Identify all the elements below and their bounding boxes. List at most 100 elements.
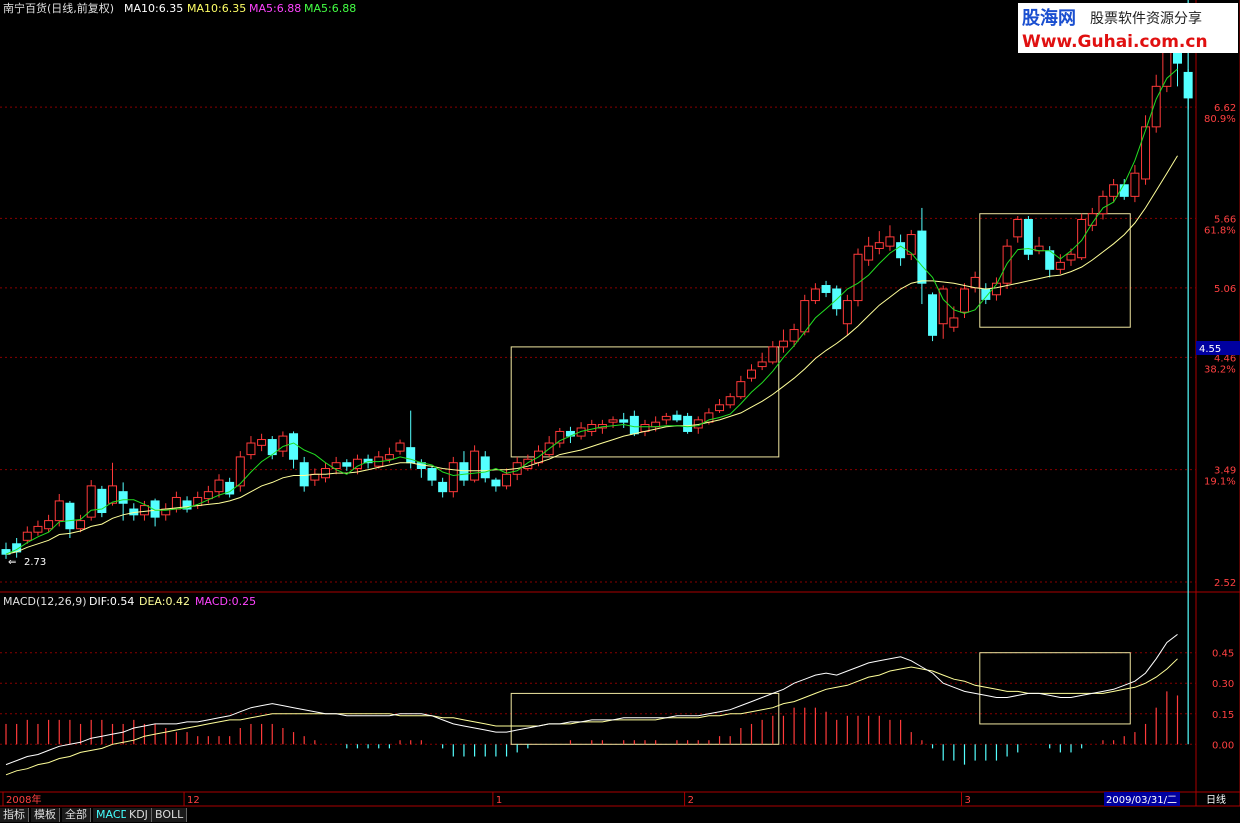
watermark-tagline: 股票软件资源分享 bbox=[1090, 10, 1202, 27]
candle-up bbox=[853, 253, 863, 302]
macd-axis-label: 0.45 bbox=[1212, 649, 1234, 660]
date-label: 3 bbox=[965, 795, 971, 806]
price-label: 6.62 bbox=[1214, 103, 1236, 114]
candle-up bbox=[864, 245, 874, 261]
candle-up bbox=[661, 415, 671, 421]
candle-up bbox=[970, 276, 980, 289]
macd-axis-label: 0.00 bbox=[1212, 740, 1234, 751]
candle-down bbox=[928, 294, 938, 336]
candle-down bbox=[427, 468, 437, 481]
candle-down bbox=[118, 491, 128, 504]
date-label: 2008年 bbox=[6, 793, 41, 806]
tab-kdj[interactable]: KDJ bbox=[126, 808, 152, 822]
date-label: 12 bbox=[187, 795, 200, 806]
candle-up bbox=[800, 300, 810, 333]
candle-up bbox=[246, 442, 256, 456]
stock-chart[interactable]: 南宁百货(日线,前复权) MA10:6.35 MA10:6.35 MA5:6.8… bbox=[0, 0, 1240, 823]
candle-up bbox=[1066, 253, 1076, 261]
macd-dea: DEA:0.42 bbox=[139, 595, 190, 608]
candle-up bbox=[778, 340, 788, 348]
price-pct-label: 38.2% bbox=[1204, 364, 1236, 375]
candle-up bbox=[33, 525, 43, 533]
candle-down bbox=[1183, 71, 1193, 99]
candle-up bbox=[576, 427, 586, 437]
ma10-label-2: MA10:6.35 bbox=[187, 2, 246, 15]
candle-down bbox=[438, 481, 448, 493]
candle-up bbox=[22, 531, 32, 541]
candle-down bbox=[342, 462, 352, 467]
candle-down bbox=[629, 415, 639, 435]
candle-up bbox=[257, 439, 267, 446]
candle-down bbox=[480, 456, 490, 479]
candle-up bbox=[1013, 219, 1023, 238]
candle-down bbox=[672, 414, 682, 421]
candle-down bbox=[917, 230, 927, 284]
candle-up bbox=[747, 369, 756, 379]
candle-up bbox=[789, 329, 799, 342]
price-label: 2.52 bbox=[1214, 578, 1236, 589]
candle-up bbox=[502, 473, 512, 487]
date-label: 1 bbox=[496, 795, 502, 806]
period-label: 日线 bbox=[1206, 793, 1226, 806]
stock-title: 南宁百货(日线,前复权) bbox=[3, 1, 114, 15]
candle-up bbox=[321, 468, 330, 479]
candle-up bbox=[448, 462, 458, 493]
candle-up bbox=[715, 404, 725, 412]
price-label: 5.66 bbox=[1214, 214, 1236, 225]
current-date: 2009/03/31/二 bbox=[1106, 795, 1177, 806]
price-pct-label: 80.9% bbox=[1204, 114, 1236, 125]
macd-axis-label: 0.15 bbox=[1212, 710, 1234, 721]
candle-up bbox=[1002, 245, 1012, 284]
candle-up bbox=[842, 300, 852, 325]
candle-down bbox=[491, 479, 501, 487]
candle-up bbox=[874, 242, 884, 249]
candle-up bbox=[885, 236, 895, 247]
candle-up bbox=[587, 423, 597, 432]
candle-up bbox=[704, 412, 714, 423]
low-marker: 2.73 bbox=[24, 557, 46, 568]
candle-up bbox=[1055, 261, 1065, 270]
candle-up bbox=[470, 450, 480, 481]
date-label: 2 bbox=[688, 795, 694, 806]
macd-value: MACD:0.25 bbox=[195, 595, 256, 608]
candle-up bbox=[725, 396, 735, 406]
candle-down bbox=[896, 242, 906, 259]
candle-up bbox=[203, 491, 213, 500]
candle-up bbox=[608, 419, 618, 423]
low-marker-arrow: ⇐ bbox=[8, 557, 16, 568]
candle-up bbox=[108, 485, 117, 504]
candle-down bbox=[821, 285, 831, 293]
candle-up bbox=[1109, 184, 1119, 197]
candle-up bbox=[76, 520, 86, 530]
tab-indicator[interactable]: 指标 bbox=[0, 808, 29, 822]
candle-up bbox=[44, 520, 54, 530]
candle-down bbox=[363, 458, 373, 464]
macd-label: MACD(12,26,9) bbox=[3, 595, 87, 608]
candle-down bbox=[1119, 184, 1129, 197]
current-price: 4.55 bbox=[1199, 344, 1221, 355]
tab-boll[interactable]: BOLL bbox=[152, 808, 188, 822]
candle-up bbox=[384, 454, 394, 460]
candle-up bbox=[352, 458, 362, 470]
candle-up bbox=[810, 288, 820, 302]
candle-up bbox=[736, 381, 746, 398]
candle-up bbox=[1141, 126, 1151, 180]
candle-down bbox=[299, 462, 309, 487]
tab-template[interactable]: 模板 bbox=[31, 808, 60, 822]
price-pct-label: 61.8% bbox=[1204, 225, 1236, 236]
candle-up bbox=[949, 317, 959, 328]
ma10-label: MA10:6.35 bbox=[124, 2, 183, 15]
candle-up bbox=[54, 500, 64, 522]
tab-all[interactable]: 全部 bbox=[62, 808, 91, 822]
ma5-label-2: MA5:6.88 bbox=[304, 2, 356, 15]
watermark-url: Www.Guhai.com.cn bbox=[1022, 32, 1208, 52]
price-label: 5.06 bbox=[1214, 284, 1236, 295]
ma5-label: MA5:6.88 bbox=[249, 2, 301, 15]
candle-up bbox=[757, 361, 767, 368]
candle-up bbox=[235, 456, 245, 487]
candle-up bbox=[395, 442, 405, 452]
candle-down bbox=[289, 433, 299, 460]
candle-up bbox=[768, 346, 778, 363]
macd-dif: DIF:0.54 bbox=[89, 595, 134, 608]
price-label: 3.49 bbox=[1214, 466, 1236, 477]
